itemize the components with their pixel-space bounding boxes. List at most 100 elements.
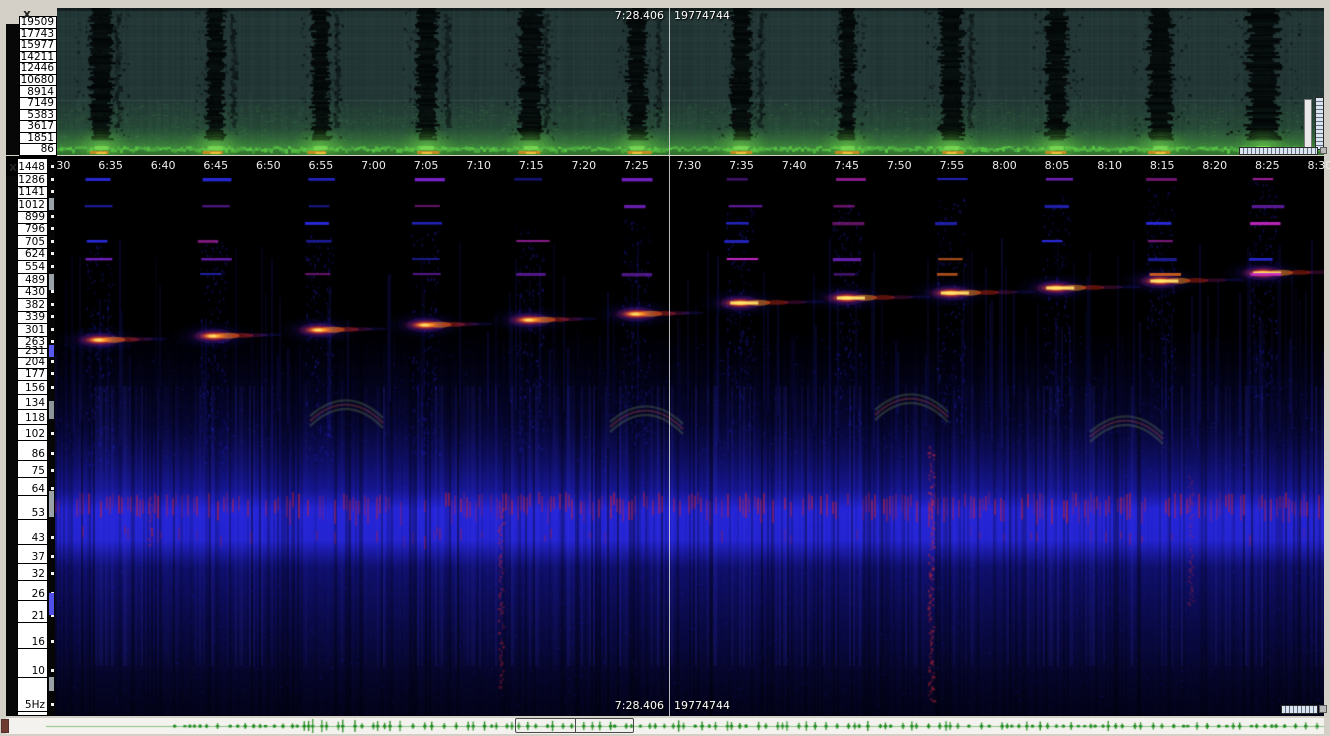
scale-tick: [51, 227, 54, 230]
time-label: 8:20: [1202, 159, 1227, 172]
scale-tick: [51, 703, 54, 706]
time-label: 6:50: [256, 159, 281, 172]
cursor-frame-top: 19774744: [674, 9, 730, 22]
top-freq-label: 7149: [20, 98, 56, 110]
time-ruler[interactable]: 6:306:356:406:456:506:557:007:057:107:15…: [6, 156, 1324, 176]
scale-tick: [51, 190, 54, 193]
time-label: 7:10: [466, 159, 491, 172]
main-frequency-scale[interactable]: 1448128611411012899796705624554489430382…: [17, 158, 48, 716]
time-label: 6:35: [98, 159, 123, 172]
scale-tick: [51, 487, 54, 490]
main-freq-label: 1286: [18, 174, 47, 187]
top-pane-vertical-scrollbar[interactable]: [1304, 99, 1312, 149]
top-freq-label: 15977: [20, 40, 56, 52]
top-freq-label: 10680: [20, 75, 56, 87]
time-label: 6:40: [151, 159, 176, 172]
scale-tick: [51, 386, 54, 389]
scale-tick: [51, 290, 54, 293]
time-label: 7:50: [887, 159, 912, 172]
main-freq-label: 26: [18, 588, 47, 601]
main-freq-label: 21: [18, 610, 47, 623]
scale-tick: [51, 640, 54, 643]
main-freq-label: 796: [18, 223, 47, 236]
main-freq-label: 301: [18, 324, 47, 337]
scale-tick: [51, 432, 54, 435]
main-freq-label: 53: [18, 507, 47, 520]
time-label: 7:05: [414, 159, 439, 172]
main-freq-label: 382: [18, 299, 47, 312]
scale-tick: [51, 360, 54, 363]
top-pane-vertical-zoom-thumbwheel[interactable]: [1315, 97, 1324, 150]
scale-tick: [51, 555, 54, 558]
time-label: 6:55: [309, 159, 334, 172]
main-freq-label: 5Hz: [18, 699, 47, 712]
top-freq-label: 86: [20, 144, 56, 155]
main-freq-label: 1141: [18, 186, 47, 199]
main-freq-label: 705: [18, 236, 47, 249]
panner-left-marker: [1, 719, 9, 733]
top-pane-zoom-reset-button[interactable]: [1320, 147, 1327, 154]
cursor-time-main: 7:28.406: [615, 699, 664, 712]
level-indicator-block: [49, 345, 54, 357]
main-freq-label: 1448: [18, 161, 47, 174]
top-freq-label: 17743: [20, 29, 56, 41]
scale-tick: [51, 340, 54, 343]
time-label: 8:30: [1308, 159, 1330, 172]
level-indicator-block: [49, 198, 54, 210]
main-spectrogram[interactable]: [55, 176, 1324, 716]
top-pane-left-gutter: [6, 24, 19, 156]
level-indicator-block: [49, 401, 54, 419]
top-freq-label: 8914: [20, 86, 56, 98]
scale-tick: [51, 303, 54, 306]
main-freq-label: 339: [18, 311, 47, 324]
close-main-pane-button[interactable]: x: [6, 160, 20, 174]
time-label: 7:55: [940, 159, 965, 172]
pane-separator: [0, 155, 1330, 156]
main-freq-label: 554: [18, 261, 47, 274]
level-indicator-block: [49, 677, 54, 691]
scale-tick: [51, 572, 54, 575]
top-frequency-scale[interactable]: 1950917743159771421112446106808914714953…: [19, 16, 57, 156]
time-label: 7:30: [677, 159, 702, 172]
scale-tick: [51, 252, 54, 255]
time-label: 8:05: [1045, 159, 1070, 172]
scale-tick: [51, 469, 54, 472]
panner-waveform: [6, 718, 1324, 734]
level-indicator-block: [49, 274, 54, 290]
main-freq-label: 16: [18, 636, 47, 649]
frequency-scale-indicator-strip: [48, 158, 55, 716]
scale-tick: [51, 215, 54, 218]
time-label: 7:00: [361, 159, 386, 172]
scale-tick: [51, 536, 54, 539]
main-pane-left-gutter: [6, 176, 17, 716]
main-pane-horizontal-zoom-thumbwheel[interactable]: [1281, 705, 1318, 714]
panner-cursor-line: [575, 718, 576, 733]
main-freq-label: 43: [18, 532, 47, 545]
scale-tick: [51, 452, 54, 455]
time-label: 6:45: [203, 159, 228, 172]
time-label: 8:25: [1255, 159, 1280, 172]
scale-tick: [51, 315, 54, 318]
main-freq-label: 75: [18, 465, 47, 478]
cursor-time-top: 7:28.406: [615, 9, 664, 22]
main-freq-label: 1012: [18, 199, 47, 212]
main-freq-label: 156: [18, 382, 47, 395]
top-freq-label: 14211: [20, 52, 56, 64]
time-label: 7:15: [519, 159, 544, 172]
pane-separator-bottom: [0, 716, 1330, 718]
main-freq-label: 489: [18, 274, 47, 287]
main-freq-label: 899: [18, 211, 47, 224]
overview-spectrogram[interactable]: [57, 8, 1324, 156]
level-indicator-block: [49, 593, 54, 615]
main-pane-zoom-reset-button[interactable]: [1319, 705, 1327, 713]
main-freq-label: 177: [18, 368, 47, 381]
top-pane-horizontal-zoom-thumbwheel[interactable]: [1239, 147, 1318, 155]
overview-panner[interactable]: [6, 718, 1324, 734]
close-top-pane-button[interactable]: x: [20, 7, 34, 21]
top-freq-label: 3617: [20, 121, 56, 133]
main-freq-label: 32: [18, 568, 47, 581]
level-indicator-block: [49, 491, 54, 517]
time-label: 7:45: [834, 159, 859, 172]
time-label: 7:25: [624, 159, 649, 172]
main-freq-label: 86: [18, 448, 47, 461]
